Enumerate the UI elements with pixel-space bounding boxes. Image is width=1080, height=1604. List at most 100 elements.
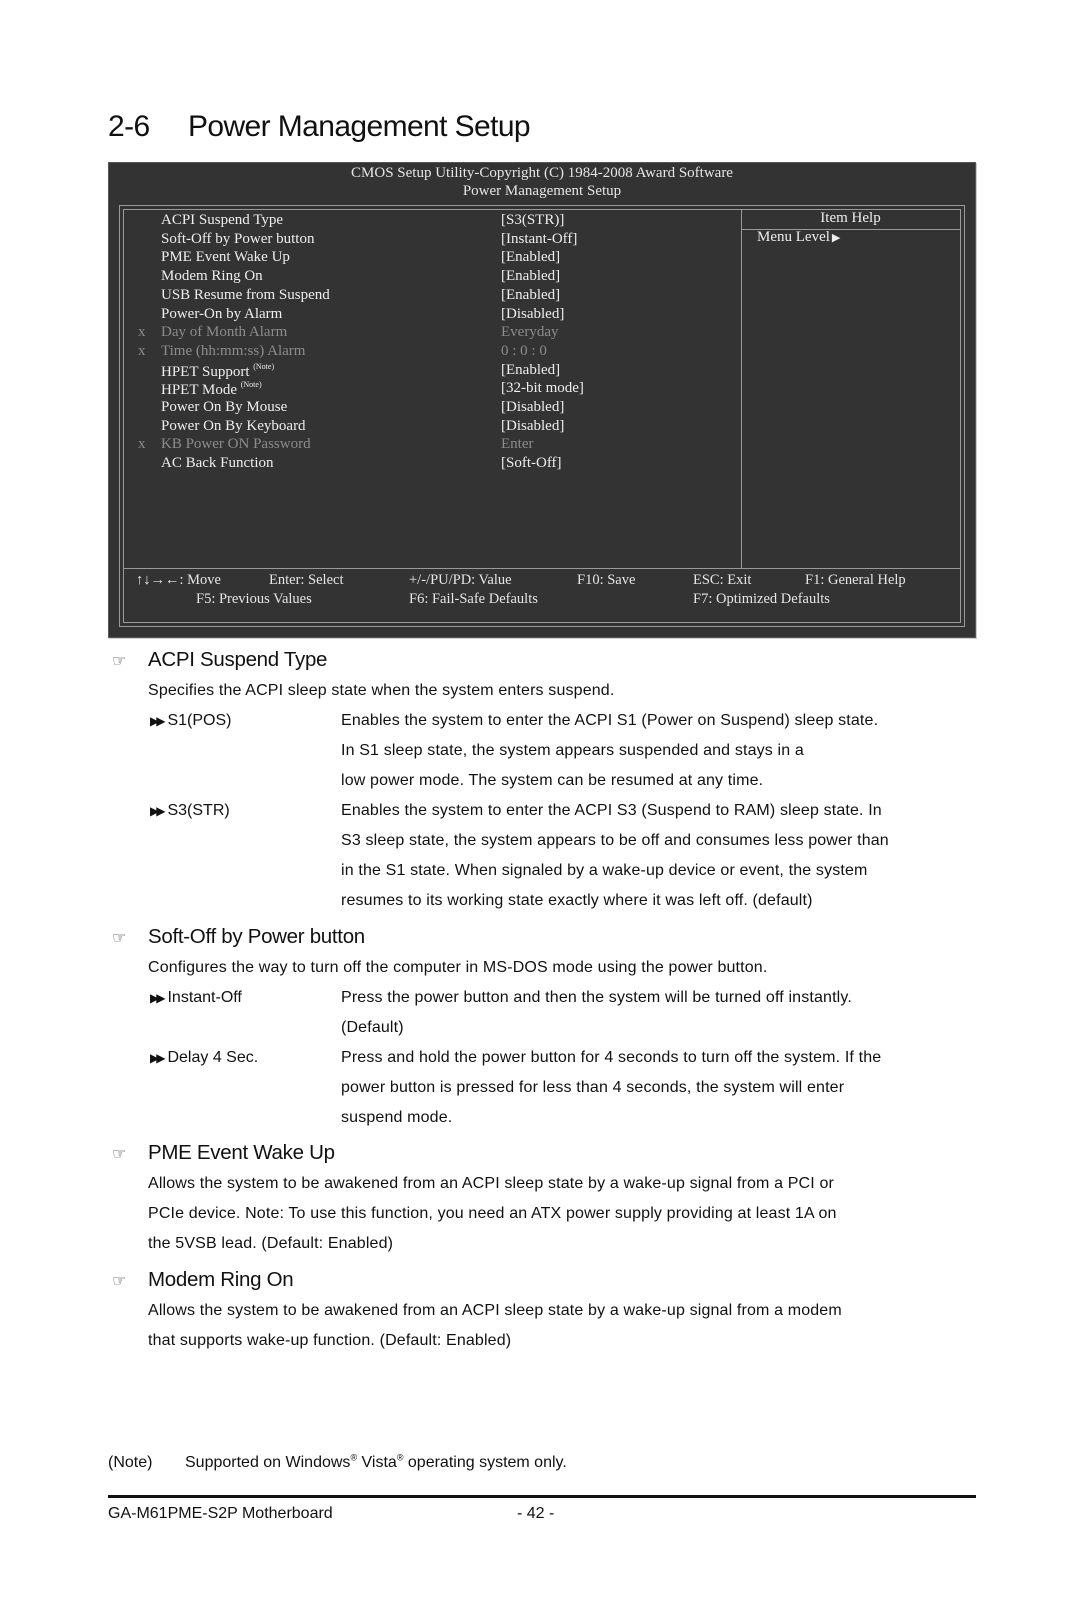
setting-label: Time (hh:mm:ss) Alarm [161, 343, 305, 360]
item-help-title: Item Help [820, 210, 881, 226]
setting-value[interactable]: [Soft-Off] [501, 455, 562, 472]
footnote-text: Supported on Windows® Vista® operating s… [185, 1453, 567, 1472]
section-paragraph-line: that supports wake-up function. (Default… [148, 1332, 512, 1349]
footer-product: GA-M61PME-S2P Motherboard [108, 1505, 333, 1522]
bios-setting-row[interactable]: USB Resume from Suspend [Enabled] [124, 287, 724, 306]
setting-label-text: ACPI Suspend Type [161, 212, 284, 228]
pointing-hand-icon: ☞ [112, 1146, 127, 1163]
option-description-line: low power mode. The system can be resume… [341, 772, 764, 789]
footnote-text-part: Supported on Windows [185, 1454, 351, 1472]
bios-setting-row[interactable]: Power On By Mouse [Disabled] [124, 399, 724, 418]
disabled-mark: x [138, 436, 146, 453]
bios-setting-row: x Time (hh:mm:ss) Alarm 0 : 0 : 0 [124, 343, 724, 362]
setting-value[interactable]: [Disabled] [501, 418, 564, 435]
bios-setting-row[interactable]: AC Back Function [Soft-Off] [124, 455, 724, 474]
setting-value[interactable]: [Instant-Off] [501, 231, 577, 248]
setting-value[interactable]: [Enabled] [501, 249, 560, 266]
bios-setting-row[interactable]: PME Event Wake Up [Enabled] [124, 249, 724, 268]
key-exit: ESC: Exit [693, 572, 752, 588]
bios-inner-frame: ACPI Suspend Type [S3(STR)] Soft-Off by Po… [123, 209, 961, 623]
setting-label-text: HPET Mode [161, 382, 237, 399]
setting-label: Day of Month Alarm [161, 324, 287, 341]
key-general-help: F1: General Help [805, 572, 906, 588]
option-label-text: Instant-Off [167, 989, 242, 1006]
option-label-text: Delay 4 Sec. [167, 1049, 259, 1066]
bios-setting-row: x Day of Month Alarm Everyday [124, 324, 724, 343]
help-panel-divider [741, 210, 742, 568]
setting-label: KB Power ON Password [161, 436, 311, 453]
section-title: Power Management Setup [188, 110, 531, 143]
setting-label-text: Power-On by Alarm [161, 305, 283, 322]
setting-label: HPET Mode (Note) [161, 380, 262, 399]
option-description-line: suspend mode. [341, 1109, 453, 1126]
double-arrow-icon: ▶▶ [150, 991, 166, 1005]
option-label: ▶▶ S3(STR) [150, 802, 230, 820]
key-previous-values: F5: Previous Values [196, 591, 312, 607]
section-number: 2-6 [108, 110, 150, 143]
bios-setting-row[interactable]: Power On By Keyboard [Disabled] [124, 418, 724, 437]
section-heading: ☞ Modem Ring On [112, 1268, 294, 1292]
setting-label: Power-On by Alarm [161, 306, 282, 323]
pointing-hand-icon: ☞ [112, 930, 127, 947]
setting-label-text: Day of Month Alarm [161, 324, 288, 341]
key-save: F10: Save [577, 572, 636, 588]
option-label-text: S1(POS) [167, 712, 232, 729]
setting-value[interactable]: [Enabled] [501, 268, 560, 285]
setting-value: Enter [501, 436, 534, 453]
bios-header-copyright: CMOS Setup Utility-Copyright (C) 1984-20… [351, 165, 733, 181]
setting-value[interactable]: [S3(STR)] [501, 212, 564, 229]
setting-value[interactable]: [32-bit mode] [501, 380, 584, 397]
double-arrow-icon: ▶▶ [150, 714, 166, 728]
menu-level-label: Menu Level [757, 229, 830, 245]
footnote: (Note) Supported on Windows® Vista® opera… [108, 1453, 567, 1472]
bios-setting-row: x KB Power ON Password Enter [124, 436, 724, 455]
section-heading-text: Soft-Off by Power button [148, 925, 365, 948]
option-description-line: resumes to its working state exactly whe… [341, 892, 813, 909]
setting-label-text: USB Resume from Suspend [161, 286, 330, 303]
section-heading: ☞ PME Event Wake Up [112, 1141, 335, 1165]
double-arrow-icon: ▶▶ [150, 1051, 166, 1065]
key-fail-safe-defaults: F6: Fail-Safe Defaults [409, 591, 538, 607]
setting-value[interactable]: [Disabled] [501, 399, 564, 416]
footer-page-number: - 42 - [517, 1505, 555, 1522]
bios-setting-row[interactable]: HPET Mode (Note) [32-bit mode] [124, 380, 724, 399]
setting-value[interactable]: [Disabled] [501, 306, 564, 323]
option-description-line: Enables the system to enter the ACPI S1 … [341, 712, 879, 729]
setting-label-text: Time (hh:mm:ss) Alarm [161, 342, 306, 359]
footer-rule [108, 1495, 976, 1498]
note-marker: (Note) [240, 380, 262, 390]
disabled-mark: x [138, 324, 146, 341]
bios-screen: CMOS Setup Utility-Copyright (C) 1984-20… [108, 162, 976, 638]
section-paragraph-line: the 5VSB lead. (Default: Enabled) [148, 1235, 394, 1252]
footnote-tag: (Note) [108, 1454, 153, 1472]
pointing-hand-icon: ☞ [112, 1273, 127, 1290]
pointing-hand-icon: ☞ [112, 653, 127, 670]
bios-setting-row[interactable]: Soft-Off by Power button [Instant-Off] [124, 231, 724, 250]
setting-label-text: KB Power ON Password [161, 436, 311, 453]
option-description-line: (Default) [341, 1019, 404, 1036]
setting-value[interactable]: [Enabled] [501, 362, 560, 379]
note-marker: (Note) [253, 361, 275, 371]
bios-setting-row[interactable]: Modem Ring On [Enabled] [124, 268, 724, 287]
setting-value[interactable]: [Enabled] [501, 287, 560, 304]
section-paragraph-line: Allows the system to be awakened from an… [148, 1175, 834, 1192]
key-optimized-defaults: F7: Optimized Defaults [693, 591, 830, 607]
bios-frame: ACPI Suspend Type [S3(STR)] Soft-Off by Po… [119, 205, 965, 627]
section-heading-text: Modem Ring On [148, 1268, 294, 1291]
setting-value: 0 : 0 : 0 [501, 342, 547, 359]
bios-setting-row[interactable]: HPET Support (Note) [Enabled] [124, 362, 724, 381]
section-heading-text: ACPI Suspend Type [148, 648, 328, 671]
bios-setting-row[interactable]: ACPI Suspend Type [S3(STR)] [124, 212, 724, 231]
bios-setting-row[interactable]: Power-On by Alarm [Disabled] [124, 306, 724, 325]
setting-label: HPET Support (Note) [161, 362, 274, 381]
setting-label-text: Power On By Keyboard [161, 417, 306, 434]
setting-label-text: Power On By Mouse [161, 399, 288, 415]
setting-label: USB Resume from Suspend [161, 287, 330, 304]
setting-label: Power On By Keyboard [161, 418, 306, 435]
option-description-line: Enables the system to enter the ACPI S3 … [341, 802, 882, 819]
setting-label: PME Event Wake Up [161, 249, 290, 266]
section-heading-text: PME Event Wake Up [148, 1141, 335, 1164]
option-description-line: power button is pressed for less than 4 … [341, 1079, 845, 1096]
setting-label: Soft-Off by Power button [161, 231, 314, 248]
option-label: ▶▶ S1(POS) [150, 712, 231, 730]
